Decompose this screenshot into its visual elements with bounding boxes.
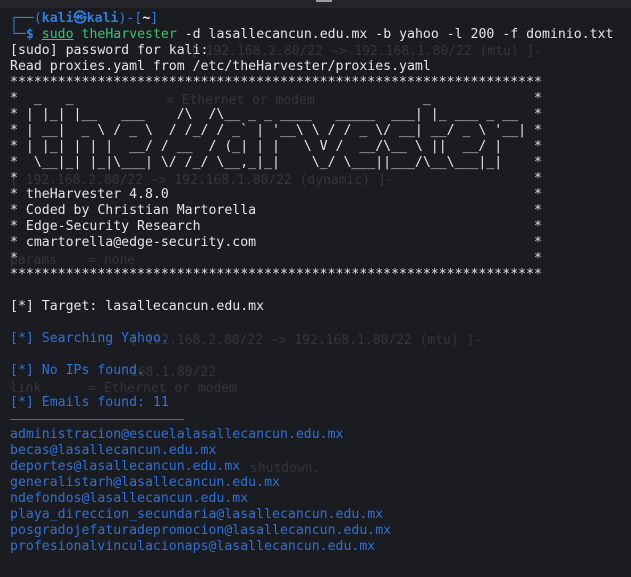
emails-found-line: [*] Emails found: 11 (10, 395, 169, 410)
prompt-header: ┌──(kali㉿kali)-[~] (10, 11, 158, 27)
banner-art-line: * * (10, 171, 542, 186)
target-line: [*] Target: lasallecancun.edu.mx (10, 299, 265, 314)
command-sudo: sudo (41, 27, 74, 42)
banner-info-version: * theHarvester 4.8.0 * (10, 187, 542, 202)
banner-info-author: * Coded by Christian Martorella * (10, 203, 542, 218)
ghost-line: [ 192.168.2.80/22 ~> 192.168.1.80/22 (mt… (130, 333, 483, 348)
prompt-box-corner: ┌──( (10, 11, 42, 26)
command-line[interactable]: └─$ sudo theHarvester -d lasallecancun.e… (10, 27, 613, 43)
prompt-separator: )-[ (118, 11, 143, 26)
searching-line: [*] Searching Yahoo. (10, 331, 169, 346)
email-item[interactable]: becas@lasallecancun.edu.mx (10, 443, 216, 459)
email-item[interactable]: posgradojefaturadepromocion@lasallecancu… (10, 523, 391, 539)
terminal-window[interactable]: [ 192.168.2.80/22 ~> 192.168.1.80/22 (mt… (0, 0, 631, 577)
email-item[interactable]: playa_direccion_secundaria@lasallecancun… (10, 507, 383, 523)
prompt-user: kali (41, 11, 74, 26)
command-args: -d lasallecancun.edu.mx -b yahoo -l 200 … (184, 27, 614, 42)
sudo-password-prompt: [sudo] password for kali: (10, 43, 209, 58)
prompt-bracket-close: ] (150, 11, 159, 26)
banner-border-bottom: ****************************************… (10, 267, 542, 282)
banner-border-top: ****************************************… (10, 75, 542, 90)
prompt-at-symbol: ㉿ (73, 11, 87, 26)
command-program: theHarvester (81, 27, 177, 42)
banner-info-org: * Edge-Security Research * (10, 219, 542, 234)
email-item[interactable]: ndefondos@lasallecancun.edu.mx (10, 491, 248, 507)
tab-indicator (316, 0, 332, 2)
banner-art-line: * | |_| |__ ___ /\ /\__ _ _ ____ _____ _… (10, 107, 542, 122)
emails-divider (10, 419, 184, 420)
banner-art-line: * _ _ _ * (10, 91, 542, 106)
ghost-line: [ 192.168.2.80/22 ~> 192.168.1.80/22 (mt… (190, 44, 543, 59)
terminal-top-edge (0, 0, 631, 8)
proxies-line: Read proxies.yaml from /etc/theHarvester… (10, 59, 431, 74)
banner-info-blank: * * (10, 251, 542, 266)
email-item[interactable]: generalistarh@lasallecancun.edu.mx (10, 475, 280, 491)
email-item[interactable]: administracion@escuelalasallecancun.edu.… (10, 427, 343, 443)
banner-art-line: * | |_| | | | __/ / __ / (_| | | \ V / _… (10, 139, 542, 154)
prompt-host: kali (86, 11, 119, 26)
banner-info-email: * cmartorella@edge-security.com * (10, 235, 542, 250)
banner-art-line: * | __| _ \ / _ \ / /_/ / _` | '__\ \ / … (10, 123, 542, 138)
prompt-box-bottom: └─ (10, 27, 26, 42)
email-item[interactable]: deportes@lasallecancun.edu.mx (10, 459, 240, 475)
prompt-dollar: $ (25, 27, 42, 42)
email-item[interactable]: profesionalvinculacionaps@lasallecancun.… (10, 539, 375, 555)
no-ips-line: [*] No IPs found. (10, 363, 145, 378)
banner-art-line: * \__|_| |_|\___| \/ /_/ \__,_|_| \_/ \_… (10, 155, 542, 170)
